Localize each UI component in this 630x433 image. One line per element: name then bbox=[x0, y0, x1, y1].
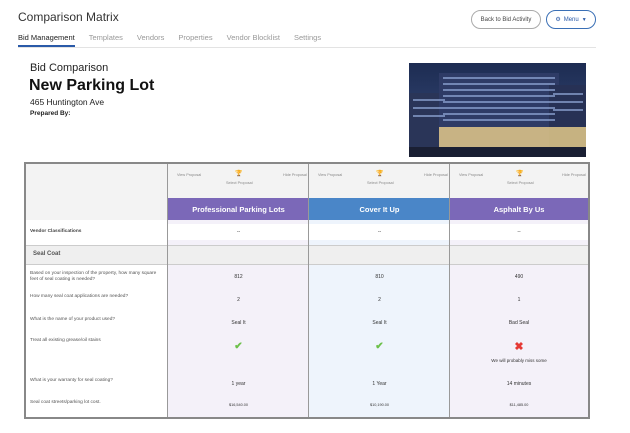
project-name: New Parking Lot bbox=[29, 77, 155, 94]
question-text: What is your warranty for seal coating? bbox=[30, 378, 113, 383]
prepared-by-label: Prepared By: bbox=[30, 110, 71, 117]
vendor-2-name: Cover It Up bbox=[309, 198, 450, 220]
answer-value: Bad Seal bbox=[508, 320, 530, 326]
back-to-bid-activity-button[interactable]: Back to Bid Activity bbox=[471, 10, 541, 29]
vendor-classifications-label: Vendor Classifications bbox=[30, 229, 82, 234]
tabs-divider bbox=[18, 47, 596, 48]
answer-value: 14 minutes bbox=[506, 381, 532, 387]
view-proposal-link[interactable]: View Proposal bbox=[177, 173, 201, 177]
vendor-1-name: Professional Parking Lots bbox=[168, 198, 309, 220]
hide-proposal-link[interactable]: Hide Proposal bbox=[283, 173, 307, 177]
answer-value: $11,485.00 bbox=[509, 403, 529, 407]
gear-icon: ⚙ bbox=[555, 17, 561, 23]
view-proposal-link[interactable]: View Proposal bbox=[318, 173, 342, 177]
question-text: Based on your inspection of the property… bbox=[30, 271, 157, 283]
answer-value: $16,540.00 bbox=[228, 403, 248, 407]
project-address: 465 Huntington Ave bbox=[30, 97, 105, 107]
answer-value: Seal It bbox=[231, 320, 246, 326]
comparison-matrix: View Proposal 🏆 Select Proposal Hide Pro… bbox=[24, 162, 590, 419]
select-proposal-link[interactable]: Select Proposal bbox=[226, 181, 253, 185]
answer-note: We will probably miss some bbox=[491, 357, 547, 363]
answer-value: Seal It bbox=[372, 320, 387, 326]
vendor-3-name: Asphalt By Us bbox=[450, 198, 588, 220]
check-icon: ✔ bbox=[234, 340, 243, 352]
header-corner bbox=[26, 164, 168, 220]
section-header bbox=[26, 245, 588, 265]
question-text: What is the name of your product used? bbox=[30, 317, 116, 322]
answer-value: $10,190.00 bbox=[369, 403, 389, 407]
tab-bid-management[interactable]: Bid Management bbox=[18, 33, 75, 47]
hide-proposal-link[interactable]: Hide Proposal bbox=[562, 173, 586, 177]
tab-settings[interactable]: Settings bbox=[294, 33, 321, 47]
tab-vendors[interactable]: Vendors bbox=[137, 33, 165, 47]
check-icon: ✔ bbox=[375, 340, 384, 352]
question-text: How many seal coat applications are need… bbox=[30, 294, 129, 299]
menu-button[interactable]: ⚙ Menu ▼ bbox=[546, 10, 596, 29]
section-label-seal-coat: Seal Coat bbox=[33, 251, 61, 257]
classification-value: -- bbox=[450, 224, 588, 240]
answer-value: 490 bbox=[514, 274, 524, 280]
classification-value: -- bbox=[309, 224, 450, 240]
column-divider bbox=[449, 164, 450, 417]
select-proposal-link[interactable]: Select Proposal bbox=[507, 181, 534, 185]
answer-value: 2 bbox=[378, 297, 381, 303]
trophy-icon[interactable]: 🏆 bbox=[376, 170, 383, 177]
bid-comparison-label: Bid Comparison bbox=[30, 62, 109, 74]
menu-label: Menu bbox=[563, 16, 579, 23]
app-title: Comparison Matrix bbox=[18, 10, 119, 24]
property-photo bbox=[409, 63, 586, 157]
answer-value: 810 bbox=[375, 274, 384, 280]
trophy-icon[interactable]: 🏆 bbox=[235, 170, 242, 177]
answer-value: 1 bbox=[517, 297, 521, 303]
classification-value: -- bbox=[168, 224, 309, 240]
tab-templates[interactable]: Templates bbox=[89, 33, 123, 47]
answer-value: 812 bbox=[234, 274, 243, 280]
column-divider bbox=[167, 164, 168, 417]
tab-bar: Bid Management Templates Vendors Propert… bbox=[18, 33, 335, 47]
hide-proposal-link[interactable]: Hide Proposal bbox=[424, 173, 448, 177]
question-text: Seal coat streets/parking lot cost. bbox=[30, 400, 101, 405]
question-text: Treat all existing grease/oil stains bbox=[30, 338, 101, 343]
answer-value: 1 Year bbox=[372, 381, 387, 387]
tab-vendor-blocklist[interactable]: Vendor Blocklist bbox=[227, 33, 280, 47]
answer-value: 1 year bbox=[231, 381, 246, 387]
column-divider bbox=[308, 164, 309, 417]
answer-value: 2 bbox=[237, 297, 240, 303]
select-proposal-link[interactable]: Select Proposal bbox=[367, 181, 394, 185]
chevron-down-icon: ▼ bbox=[581, 16, 587, 23]
tab-properties[interactable]: Properties bbox=[178, 33, 212, 47]
view-proposal-link[interactable]: View Proposal bbox=[459, 173, 483, 177]
trophy-icon[interactable]: 🏆 bbox=[516, 170, 523, 177]
x-icon: ✖ bbox=[514, 340, 524, 353]
